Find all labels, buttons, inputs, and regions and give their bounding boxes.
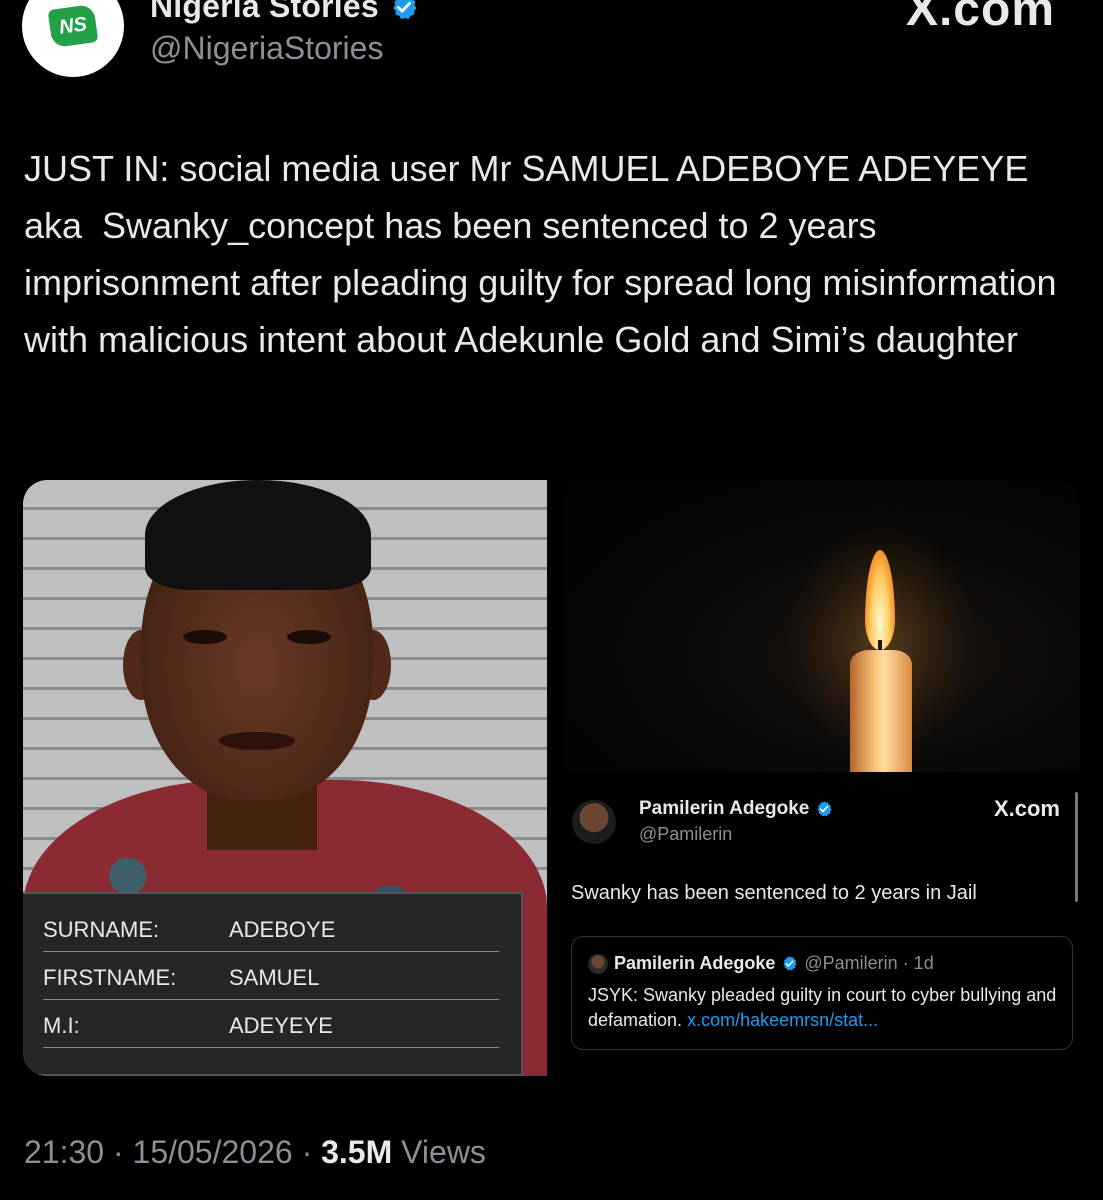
views-label: Views	[392, 1134, 486, 1170]
placard-label: FIRSTNAME:	[43, 965, 177, 990]
candle-image[interactable]	[563, 480, 1080, 772]
placard-value: SAMUEL	[229, 965, 320, 990]
account-avatar[interactable]: NS Nigeria Stories	[22, 0, 124, 77]
logo-tagline: Nigeria Stories	[53, 33, 93, 39]
account-name-row[interactable]: Nigeria Stories	[150, 0, 419, 25]
verified-badge-icon	[817, 801, 832, 817]
source-watermark: X.com	[905, 0, 1055, 36]
quoted-post: Pamilerin Adegoke @Pamilerin · 1d JSYK: …	[571, 936, 1073, 1050]
quoted-meta: @Pamilerin · 1d	[804, 953, 934, 973]
embedded-avatar	[572, 800, 616, 844]
tweet-time[interactable]: 21:30	[24, 1134, 104, 1171]
embedded-post-screenshot[interactable]: Pamilerin Adegoke @Pamilerin X.com Swank…	[563, 772, 1080, 1076]
tweet-text: JUST IN: social media user Mr SAMUEL ADE…	[24, 148, 1067, 360]
tweet-footer: 21:30 · 15/05/2026 · 3.5M Views	[24, 1134, 486, 1171]
embedded-handle: @Pamilerin	[639, 824, 733, 844]
placard-label: M.I:	[43, 1013, 80, 1038]
quoted-avatar	[588, 953, 608, 974]
quoted-post-header: Pamilerin Adegoke @Pamilerin · 1d	[588, 953, 934, 974]
placard-label: SURNAME:	[43, 917, 160, 942]
account-handle[interactable]: @NigeriaStories	[150, 30, 383, 67]
embedded-display-name: Pamilerin Adegoke	[639, 798, 810, 819]
mugshot-placard: SURNAME: ADEBOYE FIRSTNAME: SAMUEL M.I: …	[23, 892, 523, 1076]
mugshot-image[interactable]: SURNAME: ADEBOYE FIRSTNAME: SAMUEL M.I: …	[23, 480, 547, 1076]
left-eye	[183, 630, 227, 644]
placard-value: ADEYEYE	[229, 1013, 333, 1038]
embedded-name-row: Pamilerin Adegoke	[639, 798, 833, 820]
embedded-scrollbar	[1075, 792, 1078, 902]
footer-separator: ·	[292, 1134, 322, 1170]
mouth	[219, 732, 295, 750]
tweet-date[interactable]: 15/05/2026	[133, 1134, 293, 1171]
quoted-body: JSYK: Swanky pleaded guilty in court to …	[588, 983, 1064, 1033]
tweet-media[interactable]: SURNAME: ADEBOYE FIRSTNAME: SAMUEL M.I: …	[23, 480, 1080, 1076]
placard-row-surname: SURNAME: ADEBOYE	[43, 906, 499, 952]
embedded-post-text: Swanky has been sentenced to 2 years in …	[571, 882, 977, 904]
nigeria-stories-logo: NS	[47, 3, 99, 49]
placard-row-mi: M.I: ADEYEYE	[43, 1002, 499, 1048]
embedded-source-watermark: X.com	[993, 796, 1060, 821]
hair	[145, 480, 371, 590]
placard-value: ADEBOYE	[229, 917, 336, 942]
account-display-name[interactable]: Nigeria Stories	[150, 0, 379, 25]
right-eye	[287, 630, 331, 644]
candle	[850, 650, 912, 772]
placard-row-firstname: FIRSTNAME: SAMUEL	[43, 954, 499, 1000]
quoted-display-name: Pamilerin Adegoke	[614, 953, 776, 973]
quoted-link: x.com/hakeemrsn/stat...	[687, 1010, 879, 1030]
footer-separator: ·	[104, 1134, 133, 1170]
verified-badge-icon	[393, 0, 417, 19]
verified-badge-icon	[783, 956, 797, 971]
views-count[interactable]: 3.5M	[321, 1134, 392, 1171]
